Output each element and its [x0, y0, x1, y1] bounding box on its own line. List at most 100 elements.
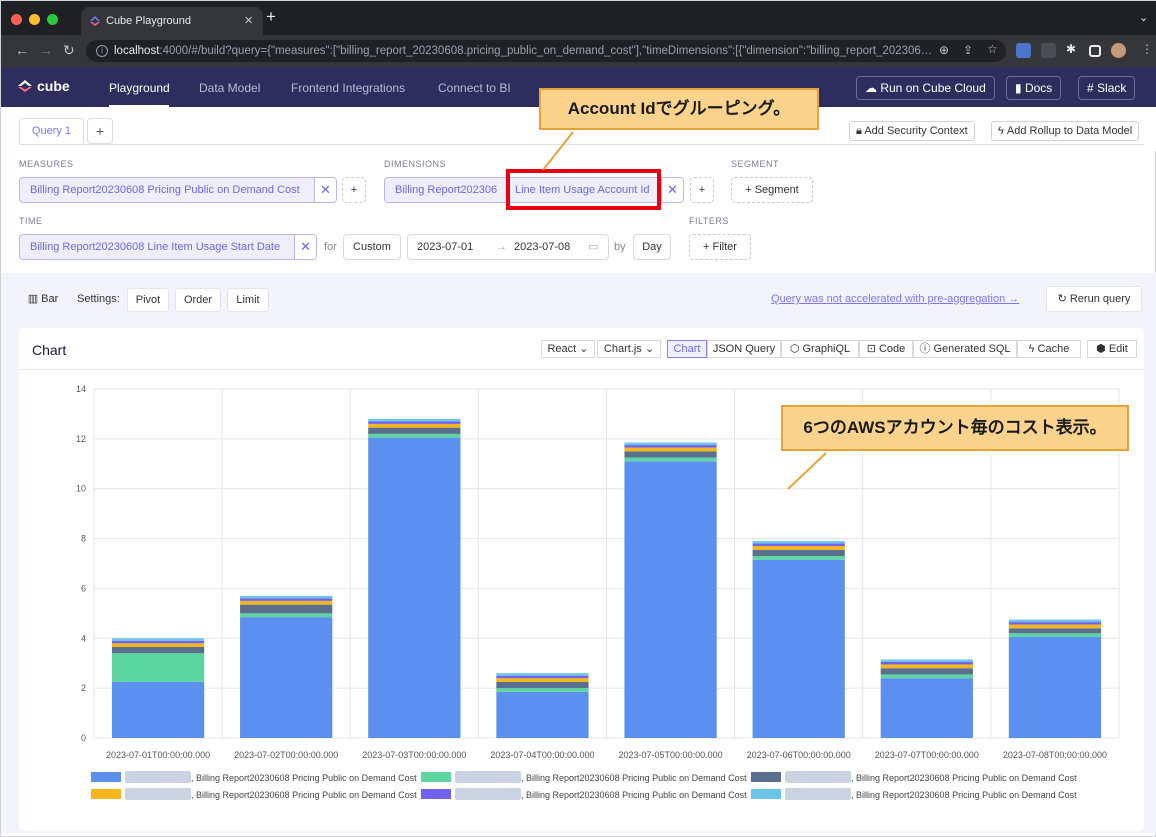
tab-title: Cube Playground [106, 15, 192, 27]
tab-code[interactable]: ⊡ Code [859, 340, 913, 358]
codesandbox-icon: ⬢ [1096, 343, 1106, 355]
y-tick-label: 14 [76, 384, 86, 394]
tab-chart[interactable]: Chart [667, 340, 707, 358]
run-on-cube-cloud-button[interactable]: ☁ Run on Cube Cloud [856, 76, 995, 100]
tab-search-chevron-icon[interactable]: ⌄ [1139, 11, 1148, 24]
add-filter-button[interactable]: + Filter [689, 234, 751, 260]
time-dimension-name: Billing Report20230608 Line Item Usage S… [30, 241, 281, 253]
calendar-icon: ▭ [588, 241, 599, 253]
forward-arrow-icon[interactable]: → [39, 42, 53, 58]
question-icon: ⓘ [919, 343, 931, 355]
date-to: 2023-07-08 [514, 241, 571, 253]
graphiql-label: GraphiQL [802, 343, 851, 355]
bar-segment [368, 423, 461, 428]
add-dimension-button[interactable]: + [690, 177, 714, 203]
bar-segment [624, 457, 717, 462]
cube-logo[interactable]: cube [17, 78, 70, 94]
edit-label: Edit [1108, 343, 1128, 355]
brand-name: cube [37, 78, 70, 94]
bar-segment [880, 659, 973, 662]
bar-segment [240, 613, 333, 618]
x-tick-label: 2023-07-05T00:00:00.000 [619, 750, 723, 760]
bar-segment [752, 541, 845, 544]
order-button[interactable]: Order [175, 288, 221, 312]
measure-pill[interactable]: Billing Report20230608 Pricing Public on… [19, 177, 337, 203]
install-app-icon[interactable]: ⊕ [939, 43, 949, 57]
x-tick-label: 2023-07-03T00:00:00.000 [362, 750, 466, 760]
site-info-icon[interactable]: i [96, 45, 108, 57]
back-arrow-icon[interactable]: ← [15, 42, 29, 58]
nav-connect-to-bi[interactable]: Connect to BI [438, 81, 511, 95]
time-dimension-pill[interactable]: Billing Report20230608 Line Item Usage S… [19, 234, 317, 260]
limit-button[interactable]: Limit [227, 288, 269, 312]
bar-segment [368, 421, 461, 424]
zoom-window-icon[interactable] [47, 14, 58, 25]
extensions-puzzle-icon[interactable]: ✱ [1066, 42, 1076, 56]
pivot-button[interactable]: Pivot [127, 288, 169, 312]
nav-frontend-integrations[interactable]: Frontend Integrations [291, 81, 405, 95]
date-range-select[interactable]: Custom [343, 234, 401, 260]
legend-label: , Billing Report20230608 Pricing Public … [521, 773, 747, 783]
tab-graphiql[interactable]: ⬡ GraphiQL [781, 340, 859, 358]
code-label: Code [878, 343, 906, 355]
rerun-query-button[interactable]: ↻ Rerun query [1046, 286, 1142, 312]
bar-segment [624, 445, 717, 448]
reload-icon[interactable]: ↻ [63, 42, 75, 59]
side-panel-icon[interactable] [1089, 45, 1101, 57]
x-tick-label: 2023-07-04T00:00:00.000 [490, 750, 594, 760]
callout-cost: 6つのAWSアカウント毎のコスト表示。 [781, 405, 1129, 451]
filters-label: FILTERS [689, 216, 729, 226]
bar-segment [240, 617, 333, 738]
bar-segment [880, 674, 973, 679]
tab-query-1[interactable]: Query 1 [19, 118, 84, 144]
bar-segment [111, 681, 205, 738]
docs-button[interactable]: ▮ Docs [1006, 76, 1062, 100]
pre-aggregation-link[interactable]: Query was not accelerated with pre-aggre… [771, 293, 1019, 305]
close-window-icon[interactable] [11, 14, 22, 25]
extension-m-icon[interactable] [1041, 43, 1056, 58]
tab-close-icon[interactable]: × [244, 12, 253, 29]
granularity-select[interactable]: Day [633, 234, 671, 260]
slack-button[interactable]: # Slack [1078, 76, 1136, 100]
address-bar[interactable]: i localhost:4000/#/build?query={"measure… [86, 40, 1006, 62]
share-icon[interactable]: ⇪ [963, 43, 973, 57]
bar-segment [496, 688, 589, 692]
minimize-window-icon[interactable] [29, 14, 40, 25]
tab-generated-sql[interactable]: ⓘ Generated SQL [913, 340, 1017, 358]
bookmark-star-icon[interactable]: ☆ [987, 42, 998, 56]
framework-select[interactable]: React ⌄ [541, 340, 595, 358]
browser-menu-icon[interactable]: ⋮ [1141, 42, 1153, 56]
remove-dimension-icon[interactable]: ✕ [661, 178, 683, 202]
date-range-picker[interactable]: 2023-07-01 → 2023-07-08 ▭ [407, 234, 609, 260]
add-segment-button[interactable]: + Segment [731, 177, 813, 203]
bar-segment [368, 427, 461, 434]
add-security-context-button[interactable]: 🔒︎ Add Security Context [849, 121, 975, 141]
tab-json-query[interactable]: JSON Query [707, 340, 781, 358]
add-measure-button[interactable]: + [342, 177, 366, 203]
add-query-button[interactable]: + [87, 118, 113, 144]
nav-playground[interactable]: Playground [109, 81, 170, 95]
chart-type-select[interactable]: ▥ Bar [19, 288, 67, 312]
bar-segment [368, 433, 461, 438]
tab-cache[interactable]: ϟ Cache [1017, 340, 1081, 358]
measure-name: Billing Report20230608 Pricing Public on… [30, 184, 300, 196]
nav-data-model[interactable]: Data Model [199, 81, 260, 95]
library-label: Chart.js [603, 343, 642, 355]
lightning-icon: ϟ [998, 125, 1004, 137]
legend-redacted-account [125, 788, 191, 800]
x-tick-label: 2023-07-06T00:00:00.000 [747, 750, 851, 760]
profile-avatar[interactable] [1111, 43, 1126, 58]
slack-icon: # [1087, 81, 1094, 95]
bar-segment [496, 675, 589, 679]
new-tab-button[interactable]: + [266, 7, 276, 27]
extension-translate-icon[interactable] [1016, 43, 1031, 58]
remove-measure-icon[interactable]: ✕ [314, 178, 336, 202]
browser-tab[interactable]: Cube Playground × [81, 7, 263, 35]
remove-time-icon[interactable]: ✕ [294, 235, 316, 259]
edit-button[interactable]: ⬢ Edit [1087, 340, 1137, 358]
bar-segment [1008, 624, 1102, 629]
chevron-down-icon: ⌄ [579, 343, 589, 355]
code-icon: ⊡ [866, 343, 876, 355]
library-select[interactable]: Chart.js ⌄ [597, 340, 661, 358]
add-rollup-button[interactable]: ϟ Add Rollup to Data Model [991, 121, 1140, 141]
